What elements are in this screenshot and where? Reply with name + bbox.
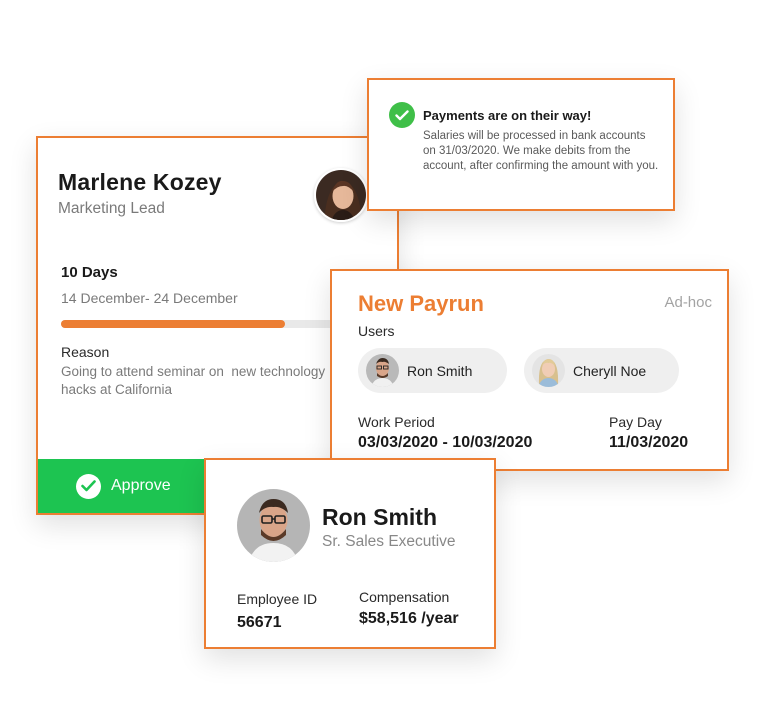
leave-progress-bar xyxy=(61,320,341,328)
employee-id-label: Employee ID xyxy=(237,591,318,607)
man-portrait-icon xyxy=(366,354,399,387)
success-check-icon xyxy=(389,102,415,128)
avatar xyxy=(366,354,399,387)
woman-portrait-icon xyxy=(532,354,565,387)
avatar xyxy=(237,489,310,562)
work-period-value: 03/03/2020 - 10/03/2020 xyxy=(358,434,533,451)
reason-label: Reason xyxy=(61,344,110,360)
employee-card: Ron Smith Sr. Sales Executive Employee I… xyxy=(204,458,496,649)
employee-role: Sr. Sales Executive xyxy=(322,533,456,550)
leave-progress-fill xyxy=(61,320,285,328)
employee-role: Marketing Lead xyxy=(58,200,165,217)
approve-button[interactable]: Approve xyxy=(38,459,208,513)
payrun-title: New Payrun xyxy=(358,291,484,316)
reason-text: Going to attend seminar on new technolog… xyxy=(61,364,326,397)
notification-title: Payments are on their way! xyxy=(423,108,592,123)
user-chip-cheryll-noe[interactable]: Cheryll Noe xyxy=(524,348,679,393)
user-chip-name: Cheryll Noe xyxy=(573,362,647,379)
pay-day-label: Pay Day xyxy=(609,414,662,430)
payment-notification: Payments are on their way! Salaries will… xyxy=(367,78,675,211)
compensation-label: Compensation xyxy=(359,589,450,605)
employee-name: Marlene Kozey xyxy=(58,169,222,195)
payrun-type-tag: Ad-hoc xyxy=(664,294,712,311)
payrun-card: New Payrun Ad-hoc Users Ron Smith Cheryl… xyxy=(330,269,729,471)
employee-id-value: 56671 xyxy=(237,614,282,631)
man-portrait-icon xyxy=(237,489,310,562)
approve-label: Approve xyxy=(111,477,171,494)
pay-day-value: 11/03/2020 xyxy=(609,434,689,451)
compensation-value: $58,516 /year xyxy=(359,610,459,627)
woman-portrait-icon xyxy=(316,170,366,220)
work-period-label: Work Period xyxy=(358,414,435,430)
users-label: Users xyxy=(358,323,395,339)
employee-name: Ron Smith xyxy=(322,504,437,530)
avatar xyxy=(314,168,368,222)
check-icon xyxy=(76,473,101,499)
notification-body: Salaries will be processed in bank accou… xyxy=(423,130,659,172)
user-chip-name: Ron Smith xyxy=(407,362,473,379)
avatar xyxy=(532,354,565,387)
leave-date-range: 14 December- 24 December xyxy=(61,290,238,306)
user-chip-ron-smith[interactable]: Ron Smith xyxy=(358,348,507,393)
leave-duration: 10 Days xyxy=(61,264,118,281)
